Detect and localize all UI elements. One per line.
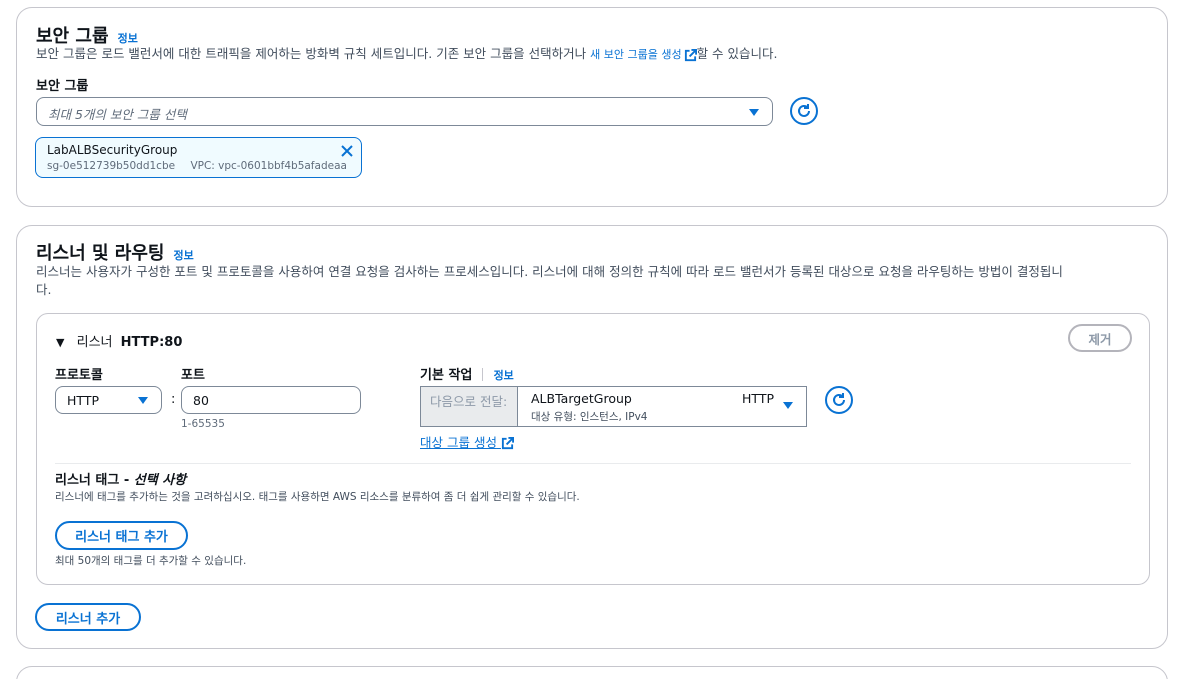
protocol-select[interactable]: HTTP [55,386,162,414]
caret-down-icon [749,109,759,116]
port-hint: 1-65535 [181,418,225,430]
protocol-value: HTTP [67,393,99,408]
token-details: sg-0e512739b50dd1cbe VPC: vpc-0601bbf4b5… [47,160,347,172]
security-group-token: LabALBSecurityGroup sg-0e512739b50dd1cbe… [35,137,362,178]
port-input[interactable]: 80 [181,386,361,414]
listener-header[interactable]: ▼ 리스너 HTTP:80 [56,331,182,350]
target-group-select[interactable]: ALBTargetGroup HTTP 대상 유형: 인스턴스, IPv4 [519,387,806,426]
divider [482,368,484,381]
refresh-icon [833,393,845,406]
remove-listener-button[interactable]: 제거 [1068,324,1132,352]
target-group-name: ALBTargetGroup [531,391,632,406]
token-id: sg-0e512739b50dd1cbe [47,160,176,172]
listener-tags-title: 리스너 태그 - 선택 사항 [55,469,186,488]
forward-label: 다음으로 전달: [430,394,508,409]
listener-card: ▼ 리스너 HTTP:80 제거 프로토콜 HTTP : 포트 80 1-655… [36,313,1150,585]
refresh-icon [798,104,810,117]
port-value: 80 [193,393,209,408]
default-action-label: 기본 작업 [420,368,473,383]
description-text-end: 할 수 있습니다. [696,46,778,61]
external-link-icon [501,437,514,450]
security-group-select[interactable]: 최대 5개의 보안 그룹 선택 [36,97,773,126]
listeners-description-line2: 다. [36,282,52,297]
remove-listener-label: 제거 [1088,331,1112,347]
security-group-info-link[interactable]: 정보 [118,32,138,45]
token-vpc: VPC: vpc-0601bbf4b5afadeaa [190,160,347,172]
add-listener-tag-button[interactable]: 리스너 태그 추가 [55,521,188,550]
listeners-panel: 리스너 및 라우팅 정보 리스너는 사용자가 구성한 포트 및 프로토콜을 사용… [16,225,1168,649]
refresh-target-groups-button[interactable] [825,386,853,414]
port-label: 포트 [181,368,205,383]
token-name: LabALBSecurityGroup [47,143,178,157]
add-listener-button[interactable]: 리스너 추가 [35,603,141,631]
listeners-description: 리스너는 사용자가 구성한 포트 및 프로토콜을 사용하여 연결 요청을 검사하… [36,263,1146,299]
listener-prefix: 리스너 [76,335,113,350]
add-listener-label: 리스너 추가 [55,611,121,627]
listener-tags-title-text: 리스너 태그 - [55,473,134,488]
tag-limit-note: 최대 50개의 태그를 더 추가할 수 있습니다. [55,555,247,567]
protocol-label: 프로토콜 [55,368,103,383]
listener-tags-optional: 선택 사항 [133,473,187,488]
default-action-group: 다음으로 전달: ALBTargetGroup HTTP 대상 유형: 인스턴스… [420,386,807,427]
create-target-group-link[interactable]: 대상 그룹 생성 [420,432,514,451]
security-group-field-label: 보안 그룹 [36,79,89,94]
forward-label-box: 다음으로 전달: [421,387,518,426]
security-group-description: 보안 그룹은 로드 밸런서에 대한 트래픽을 제어하는 방화벽 규칙 세트입니다… [36,45,777,64]
caret-down-icon [783,402,793,409]
target-group-protocol: HTTP [742,391,774,406]
target-group-subtext: 대상 유형: 인스턴스, IPv4 [531,411,648,423]
listeners-description-line1: 리스너는 사용자가 구성한 포트 및 프로토콜을 사용하여 연결 요청을 검사하… [36,264,1063,279]
listener-name: HTTP:80 [120,335,183,350]
next-panel [16,666,1168,679]
listener-tags-description: 리스너에 태그를 추가하는 것을 고려하십시오. 태그를 사용하면 AWS 리소… [55,491,580,503]
description-text: 보안 그룹은 로드 밸런서에 대한 트래픽을 제어하는 방화벽 규칙 세트입니다… [36,46,591,61]
security-group-select-placeholder: 최대 5개의 보안 그룹 선택 [48,107,187,122]
create-security-group-link[interactable]: 새 보안 그룹을 생성 [590,48,697,61]
security-group-title: 보안 그룹 [36,26,109,47]
external-link-icon [684,48,697,61]
expand-triangle-icon: ▼ [56,336,65,349]
create-target-group-label: 대상 그룹 생성 [420,435,497,450]
refresh-security-groups-button[interactable] [790,97,818,125]
listeners-title: 리스너 및 라우팅 [36,243,165,264]
caret-down-icon [138,397,148,404]
create-security-group-link-label: 새 보안 그룹을 생성 [590,48,682,61]
section-divider [55,463,1131,464]
security-group-panel: 보안 그룹 정보 보안 그룹은 로드 밸런서에 대한 트래픽을 제어하는 방화벽… [16,7,1168,207]
default-action-info-link[interactable]: 정보 [494,369,514,382]
protocol-port-separator: : [171,392,176,407]
listeners-info-link[interactable]: 정보 [174,249,194,262]
add-listener-tag-label: 리스너 태그 추가 [75,530,168,545]
close-icon[interactable] [340,144,354,158]
